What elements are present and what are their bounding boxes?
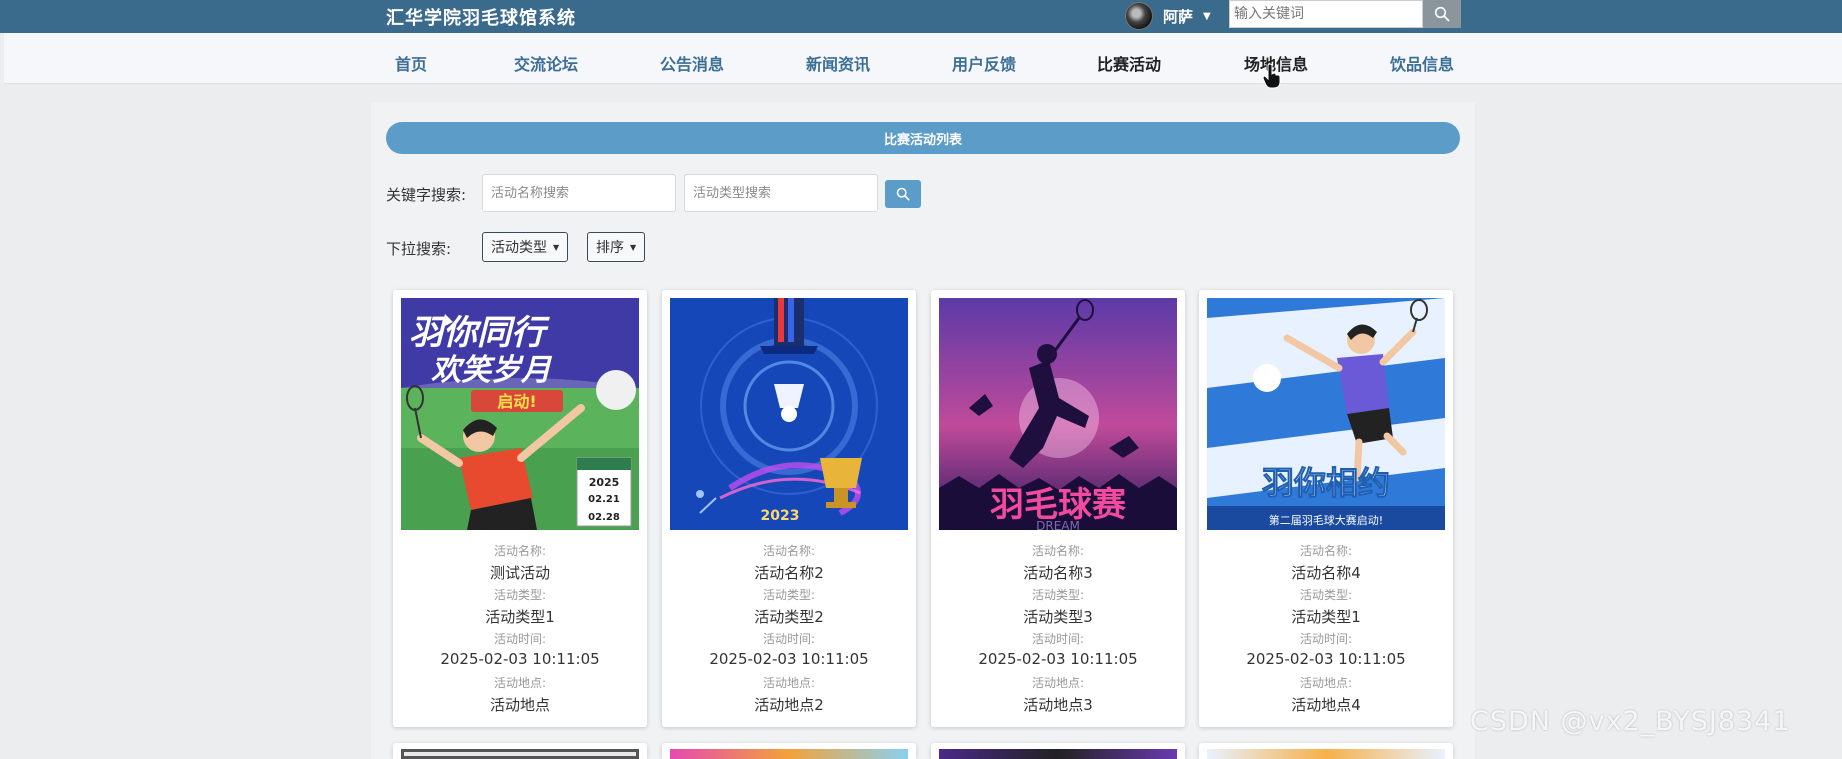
poster-headline-1: 羽你同行 bbox=[409, 313, 550, 353]
field-label-time: 活动时间: bbox=[1031, 632, 1085, 646]
search-icon bbox=[896, 187, 910, 201]
activity-card[interactable]: 2023 活动名称: 活动名称2 活动类型: 活动类型2 活动时间: 2025-… bbox=[662, 290, 916, 727]
activity-card[interactable] bbox=[1199, 743, 1453, 759]
activity-poster[interactable]: 2023 bbox=[670, 298, 908, 530]
site-brand[interactable]: 汇华学院羽毛球馆系统 bbox=[386, 4, 576, 30]
activity-card[interactable] bbox=[662, 743, 916, 759]
activity-time: 2025-02-03 10:11:05 bbox=[978, 650, 1138, 668]
field-label-type: 活动类型: bbox=[1031, 588, 1085, 602]
sort-dropdown[interactable]: 排序 ▼ bbox=[587, 232, 646, 262]
field-label-time: 活动时间: bbox=[1299, 632, 1353, 646]
nav-news[interactable]: 新闻资讯 bbox=[806, 51, 870, 75]
watermark: CSDN @vx2_BYSJ8341 bbox=[1470, 706, 1791, 737]
field-label-type: 活动类型: bbox=[762, 588, 816, 602]
activity-name[interactable]: 测试活动 bbox=[393, 562, 647, 583]
activity-poster[interactable] bbox=[670, 749, 908, 759]
activity-type: 活动类型3 bbox=[1023, 608, 1093, 626]
activity-place: 活动地点3 bbox=[1023, 696, 1093, 714]
field-label-name: 活动名称: bbox=[1031, 544, 1085, 558]
nav-competitions[interactable]: 比赛活动 bbox=[1097, 51, 1161, 75]
poster-date-year: 2025 bbox=[589, 476, 620, 489]
poster-title: 羽你相约 bbox=[1262, 464, 1390, 502]
sort-dropdown-label: 排序 bbox=[596, 240, 624, 256]
poster-date-from: 02.21 bbox=[588, 494, 620, 505]
activity-type: 活动类型1 bbox=[485, 608, 555, 626]
activity-card[interactable]: 羽你相约 第二届羽毛球大赛启动! 活动名称: 活动名称4 活动类型: 活动类型1… bbox=[1199, 290, 1453, 727]
field-label-place: 活动地点: bbox=[1299, 676, 1353, 690]
user-menu[interactable]: 阿萨 ▼ bbox=[1125, 2, 1211, 30]
poster-subtitle: DREAM bbox=[1036, 519, 1080, 530]
poster-badge: 启动! bbox=[497, 392, 536, 411]
activity-time: 2025-02-03 10:11:05 bbox=[1246, 650, 1406, 668]
activity-name[interactable]: 活动名称3 bbox=[931, 562, 1185, 583]
activity-type: 活动类型1 bbox=[1291, 608, 1361, 626]
field-label-type: 活动类型: bbox=[493, 588, 547, 602]
header-search-input[interactable] bbox=[1229, 0, 1423, 28]
chevron-down-icon[interactable]: ▼ bbox=[1203, 11, 1211, 22]
activity-card[interactable]: 羽毛球赛 DREAM 活动名称: 活动名称3 活动类型: 活动类型3 活动时间:… bbox=[931, 290, 1185, 727]
field-label-place: 活动地点: bbox=[493, 676, 547, 690]
caret-down-icon: ▼ bbox=[553, 242, 560, 252]
keyword-search-label: 关键字搜索: bbox=[386, 186, 467, 204]
nav-forum[interactable]: 交流论坛 bbox=[514, 51, 578, 75]
hand-pointer-icon bbox=[1262, 63, 1281, 89]
activity-poster[interactable]: 羽你同行 欢笑岁月 启动! 2025 02.21 02.28 bbox=[401, 298, 639, 530]
activity-poster[interactable]: 羽你相约 第二届羽毛球大赛启动! bbox=[1207, 298, 1445, 530]
activity-type: 活动类型2 bbox=[754, 608, 824, 626]
field-label-type: 活动类型: bbox=[1299, 588, 1353, 602]
activity-place: 活动地点 bbox=[489, 696, 550, 714]
activity-poster[interactable] bbox=[1207, 749, 1445, 759]
activity-poster[interactable] bbox=[401, 749, 639, 759]
query-button[interactable] bbox=[885, 180, 921, 208]
nav-notices[interactable]: 公告消息 bbox=[660, 51, 724, 75]
poster-subtitle: 第二届羽毛球大赛启动! bbox=[1269, 513, 1383, 527]
avatar[interactable] bbox=[1125, 2, 1153, 30]
header-search bbox=[1229, 0, 1461, 28]
field-label-name: 活动名称: bbox=[1299, 544, 1353, 558]
activity-type-search-input[interactable] bbox=[684, 174, 878, 212]
poster-date-to: 02.28 bbox=[588, 512, 620, 523]
search-icon bbox=[1434, 6, 1450, 22]
activity-name-search-input[interactable] bbox=[482, 174, 676, 212]
activity-time: 2025-02-03 10:11:05 bbox=[440, 650, 600, 668]
field-label-time: 活动时间: bbox=[493, 632, 547, 646]
activity-card[interactable] bbox=[393, 743, 647, 759]
activity-type-dropdown[interactable]: 活动类型 ▼ bbox=[482, 232, 569, 262]
activity-name[interactable]: 活动名称4 bbox=[1199, 562, 1453, 583]
field-label-place: 活动地点: bbox=[1031, 676, 1085, 690]
dropdown-search-label: 下拉搜索: bbox=[386, 240, 452, 258]
activity-type-dropdown-label: 活动类型 bbox=[491, 240, 547, 256]
main-nav: 首页 交流论坛 公告消息 新闻资讯 用户反馈 比赛活动 场地信息 饮品信息 bbox=[4, 33, 1842, 84]
field-label-name: 活动名称: bbox=[493, 544, 547, 558]
activity-place: 活动地点4 bbox=[1291, 696, 1361, 714]
nav-home[interactable]: 首页 bbox=[395, 51, 427, 75]
list-title: 比赛活动列表 bbox=[386, 122, 1460, 154]
activity-time: 2025-02-03 10:11:05 bbox=[709, 650, 869, 668]
activity-card[interactable] bbox=[931, 743, 1185, 759]
activity-card[interactable]: 羽你同行 欢笑岁月 启动! 2025 02.21 02.28 活动名称: 测试活… bbox=[393, 290, 647, 727]
activity-name[interactable]: 活动名称2 bbox=[662, 562, 916, 583]
poster-headline-2: 欢笑岁月 bbox=[431, 353, 553, 388]
header-search-button[interactable] bbox=[1423, 0, 1461, 28]
activity-poster[interactable]: 羽毛球赛 DREAM bbox=[939, 298, 1177, 530]
poster-year: 2023 bbox=[761, 508, 800, 524]
nav-drinks[interactable]: 饮品信息 bbox=[1390, 51, 1454, 75]
field-label-place: 活动地点: bbox=[762, 676, 816, 690]
field-label-name: 活动名称: bbox=[762, 544, 816, 558]
field-label-time: 活动时间: bbox=[762, 632, 816, 646]
activity-poster[interactable] bbox=[939, 749, 1177, 759]
caret-down-icon: ▼ bbox=[630, 242, 637, 252]
nav-feedback[interactable]: 用户反馈 bbox=[952, 51, 1016, 75]
username[interactable]: 阿萨 bbox=[1163, 6, 1193, 27]
activity-place: 活动地点2 bbox=[754, 696, 824, 714]
top-bar: 汇华学院羽毛球馆系统 阿萨 ▼ bbox=[0, 0, 1842, 33]
